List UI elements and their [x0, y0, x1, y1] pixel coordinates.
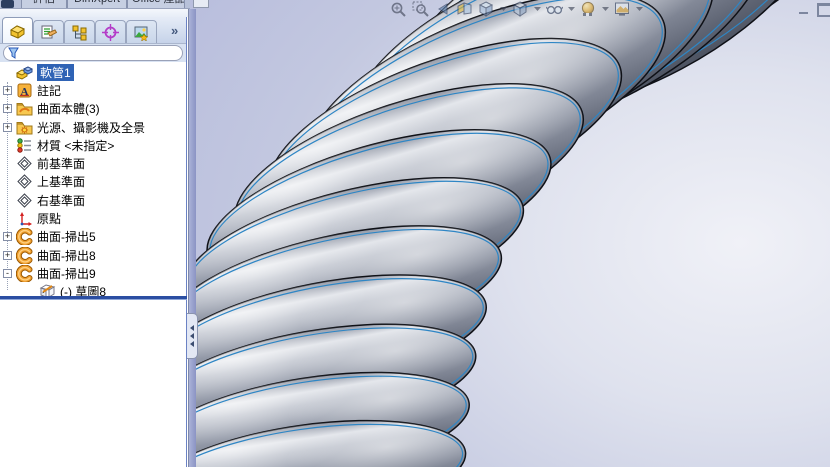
propertymanager-icon[interactable]: [33, 20, 64, 43]
panel-splitter[interactable]: [188, 9, 196, 467]
expand-toggle[interactable]: -: [3, 268, 12, 278]
tree-item-label: 曲面-掃出9: [37, 266, 96, 281]
minimize-icon[interactable]: [799, 3, 808, 14]
tree-item-surface-bodies[interactable]: + 曲面本體(3): [0, 100, 186, 118]
edit-appearance-icon[interactable]: [580, 1, 597, 17]
expand-toggle[interactable]: +: [3, 85, 12, 95]
plane-icon: [16, 155, 33, 172]
tree-item-top-plane[interactable]: 上基準面: [0, 173, 186, 191]
expand-toggle[interactable]: +: [3, 104, 12, 114]
tree-item-annotations[interactable]: + A 註記: [0, 81, 186, 99]
tree-item-part[interactable]: 軟管1: [0, 63, 186, 81]
display-style-dropdown[interactable]: [534, 1, 541, 17]
plane-icon: [16, 173, 33, 190]
tab-evaluate[interactable]: 評估: [21, 0, 67, 8]
tree-item-label: 曲面-掃出8: [37, 248, 96, 263]
tree-item-surface-sweep9[interactable]: - 曲面-掃出9: [0, 264, 186, 282]
tree-item-surface-sweep5[interactable]: + 曲面-掃出5: [0, 228, 186, 246]
graphics-viewport[interactable]: [190, 0, 830, 467]
featuremanager-panel: » 軟管1 + A 註記 + 曲面本體(3) + 光源、攝影機及全景 材質 <未…: [0, 17, 187, 467]
tree-item-right-plane[interactable]: 右基準面: [0, 191, 186, 209]
configurationmanager-icon[interactable]: [64, 20, 95, 43]
plane-icon: [16, 192, 33, 209]
tree-item-label: 原點: [37, 212, 62, 227]
document-icon: [1, 0, 14, 8]
surface-bodies-folder-icon: [16, 100, 33, 117]
strip-gap: [0, 9, 190, 17]
view-orientation-icon[interactable]: [478, 1, 495, 17]
zoom-to-area-icon[interactable]: [412, 1, 429, 17]
material-icon: [16, 137, 33, 154]
tree-item-label: 材質 <未指定>: [37, 138, 115, 153]
more-panel-tabs-button[interactable]: »: [171, 19, 178, 43]
tab-office-products[interactable]: Office 產品: [127, 0, 185, 8]
rollback-bar[interactable]: [0, 296, 187, 300]
surface-sweep-icon: [16, 246, 33, 264]
solidworks-window: 評估 DimXpert Office 產品 »: [0, 0, 830, 467]
expand-toggle[interactable]: +: [3, 122, 12, 132]
tree-item-label: 上基準面: [37, 175, 86, 190]
expand-toggle[interactable]: +: [3, 250, 12, 260]
display-style-icon[interactable]: [512, 1, 529, 17]
feature-tree: 軟管1 + A 註記 + 曲面本體(3) + 光源、攝影機及全景 材質 <未指定…: [0, 62, 186, 301]
surface-sweep-icon: [16, 228, 33, 246]
cropped-toolbar-icon: [193, 0, 209, 8]
tree-item-label: 註記: [37, 83, 62, 98]
displaymanager-icon[interactable]: [126, 20, 157, 43]
lights-cameras-scene-folder-icon: [16, 119, 33, 136]
surface-sweep-icon: [16, 264, 33, 282]
panel-collapse-handle[interactable]: [187, 313, 198, 359]
svg-text:A: A: [21, 86, 29, 98]
collapse-arrow-icon: [190, 333, 194, 339]
apply-scene-dropdown[interactable]: [636, 1, 643, 17]
model-corrugated-hose[interactable]: [190, 0, 830, 467]
edit-appearance-dropdown[interactable]: [602, 1, 609, 17]
previous-view-icon[interactable]: [434, 1, 451, 17]
part-icon: [16, 64, 33, 81]
tree-filter-input[interactable]: [23, 47, 178, 59]
section-view-icon[interactable]: [456, 1, 473, 17]
origin-icon: [16, 210, 33, 227]
hide-show-items-dropdown[interactable]: [568, 1, 575, 17]
restore-icon[interactable]: [817, 3, 830, 17]
apply-scene-icon[interactable]: [614, 1, 631, 17]
tree-item-lights-cameras[interactable]: + 光源、攝影機及全景: [0, 118, 186, 136]
tree-item-front-plane[interactable]: 前基準面: [0, 154, 186, 172]
command-tabs-strip: 評估 DimXpert Office 產品: [0, 0, 190, 9]
filter-row: [0, 44, 186, 62]
annotations-icon: A: [16, 82, 33, 99]
collapse-arrow-icon: [190, 341, 194, 347]
tree-item-label: 前基準面: [37, 157, 86, 172]
hide-show-items-icon[interactable]: [545, 1, 564, 17]
view-orientation-dropdown[interactable]: [500, 1, 507, 17]
tree-item-label: 軟管1: [37, 63, 74, 81]
tree-item-surface-sweep8[interactable]: + 曲面-掃出8: [0, 246, 186, 264]
tab-dimxpert[interactable]: DimXpert: [67, 0, 127, 8]
tree-item-origin[interactable]: 原點: [0, 209, 186, 227]
tree-item-label: 曲面本體(3): [37, 102, 100, 117]
tree-item-label: 光源、攝影機及全景: [37, 120, 146, 135]
featuremanager-tree-icon[interactable]: [2, 17, 33, 43]
tree-item-material[interactable]: 材質 <未指定>: [0, 136, 186, 154]
tree-item-label: 右基準面: [37, 193, 86, 208]
expand-toggle[interactable]: +: [3, 232, 12, 242]
tree-filter-box[interactable]: [3, 45, 183, 61]
filter-funnel-icon: [8, 47, 19, 59]
heads-up-view-toolbar: [390, 1, 643, 17]
zoom-to-fit-icon[interactable]: [390, 1, 407, 17]
dimxpertmanager-icon[interactable]: [95, 20, 126, 43]
panel-tab-bar: »: [0, 17, 186, 44]
collapse-arrow-icon: [190, 325, 194, 331]
tree-item-label: 曲面-掃出5: [37, 230, 96, 245]
